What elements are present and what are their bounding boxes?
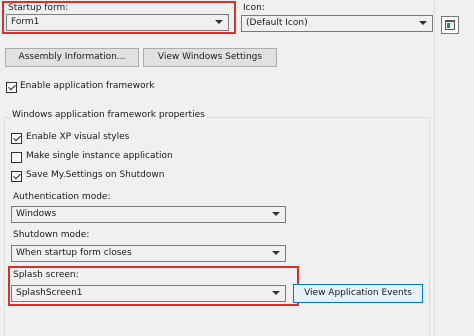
- icon-preview: [441, 16, 459, 34]
- shutdown-mode-combo[interactable]: When startup form closes: [11, 245, 286, 262]
- xp-visual-styles-label: Enable XP visual styles: [26, 132, 130, 142]
- authentication-mode-label: Authentication mode:: [13, 192, 111, 202]
- shutdown-mode-value: When startup form closes: [16, 248, 132, 258]
- chevron-down-icon[interactable]: [419, 21, 427, 25]
- framework-group-title: Windows application framework properties: [10, 110, 207, 120]
- xp-visual-styles-checkbox[interactable]: [11, 133, 22, 144]
- startup-form-highlight: [2, 1, 236, 34]
- chevron-down-icon[interactable]: [272, 212, 280, 216]
- enable-framework-label: Enable application framework: [20, 81, 155, 91]
- save-settings-label: Save My.Settings on Shutdown: [26, 170, 165, 180]
- icon-combo[interactable]: (Default Icon): [241, 15, 433, 32]
- splash-screen-highlight: [8, 266, 299, 306]
- icon-value: (Default Icon): [246, 18, 308, 28]
- view-windows-settings-button[interactable]: View Windows Settings: [143, 48, 277, 67]
- save-settings-checkbox[interactable]: [11, 171, 22, 182]
- chevron-down-icon[interactable]: [272, 251, 280, 255]
- assembly-information-button[interactable]: Assembly Information...: [5, 48, 139, 67]
- window-icon: [445, 20, 455, 30]
- single-instance-label: Make single instance application: [26, 151, 173, 161]
- authentication-mode-combo[interactable]: Windows: [11, 206, 286, 223]
- icon-label: Icon:: [243, 3, 265, 13]
- panel-divider: [434, 0, 435, 336]
- single-instance-checkbox[interactable]: [11, 152, 22, 163]
- authentication-mode-value: Windows: [16, 209, 57, 219]
- view-application-events-button[interactable]: View Application Events: [293, 284, 423, 303]
- enable-framework-checkbox[interactable]: [6, 82, 17, 93]
- shutdown-mode-label: Shutdown mode:: [13, 230, 90, 240]
